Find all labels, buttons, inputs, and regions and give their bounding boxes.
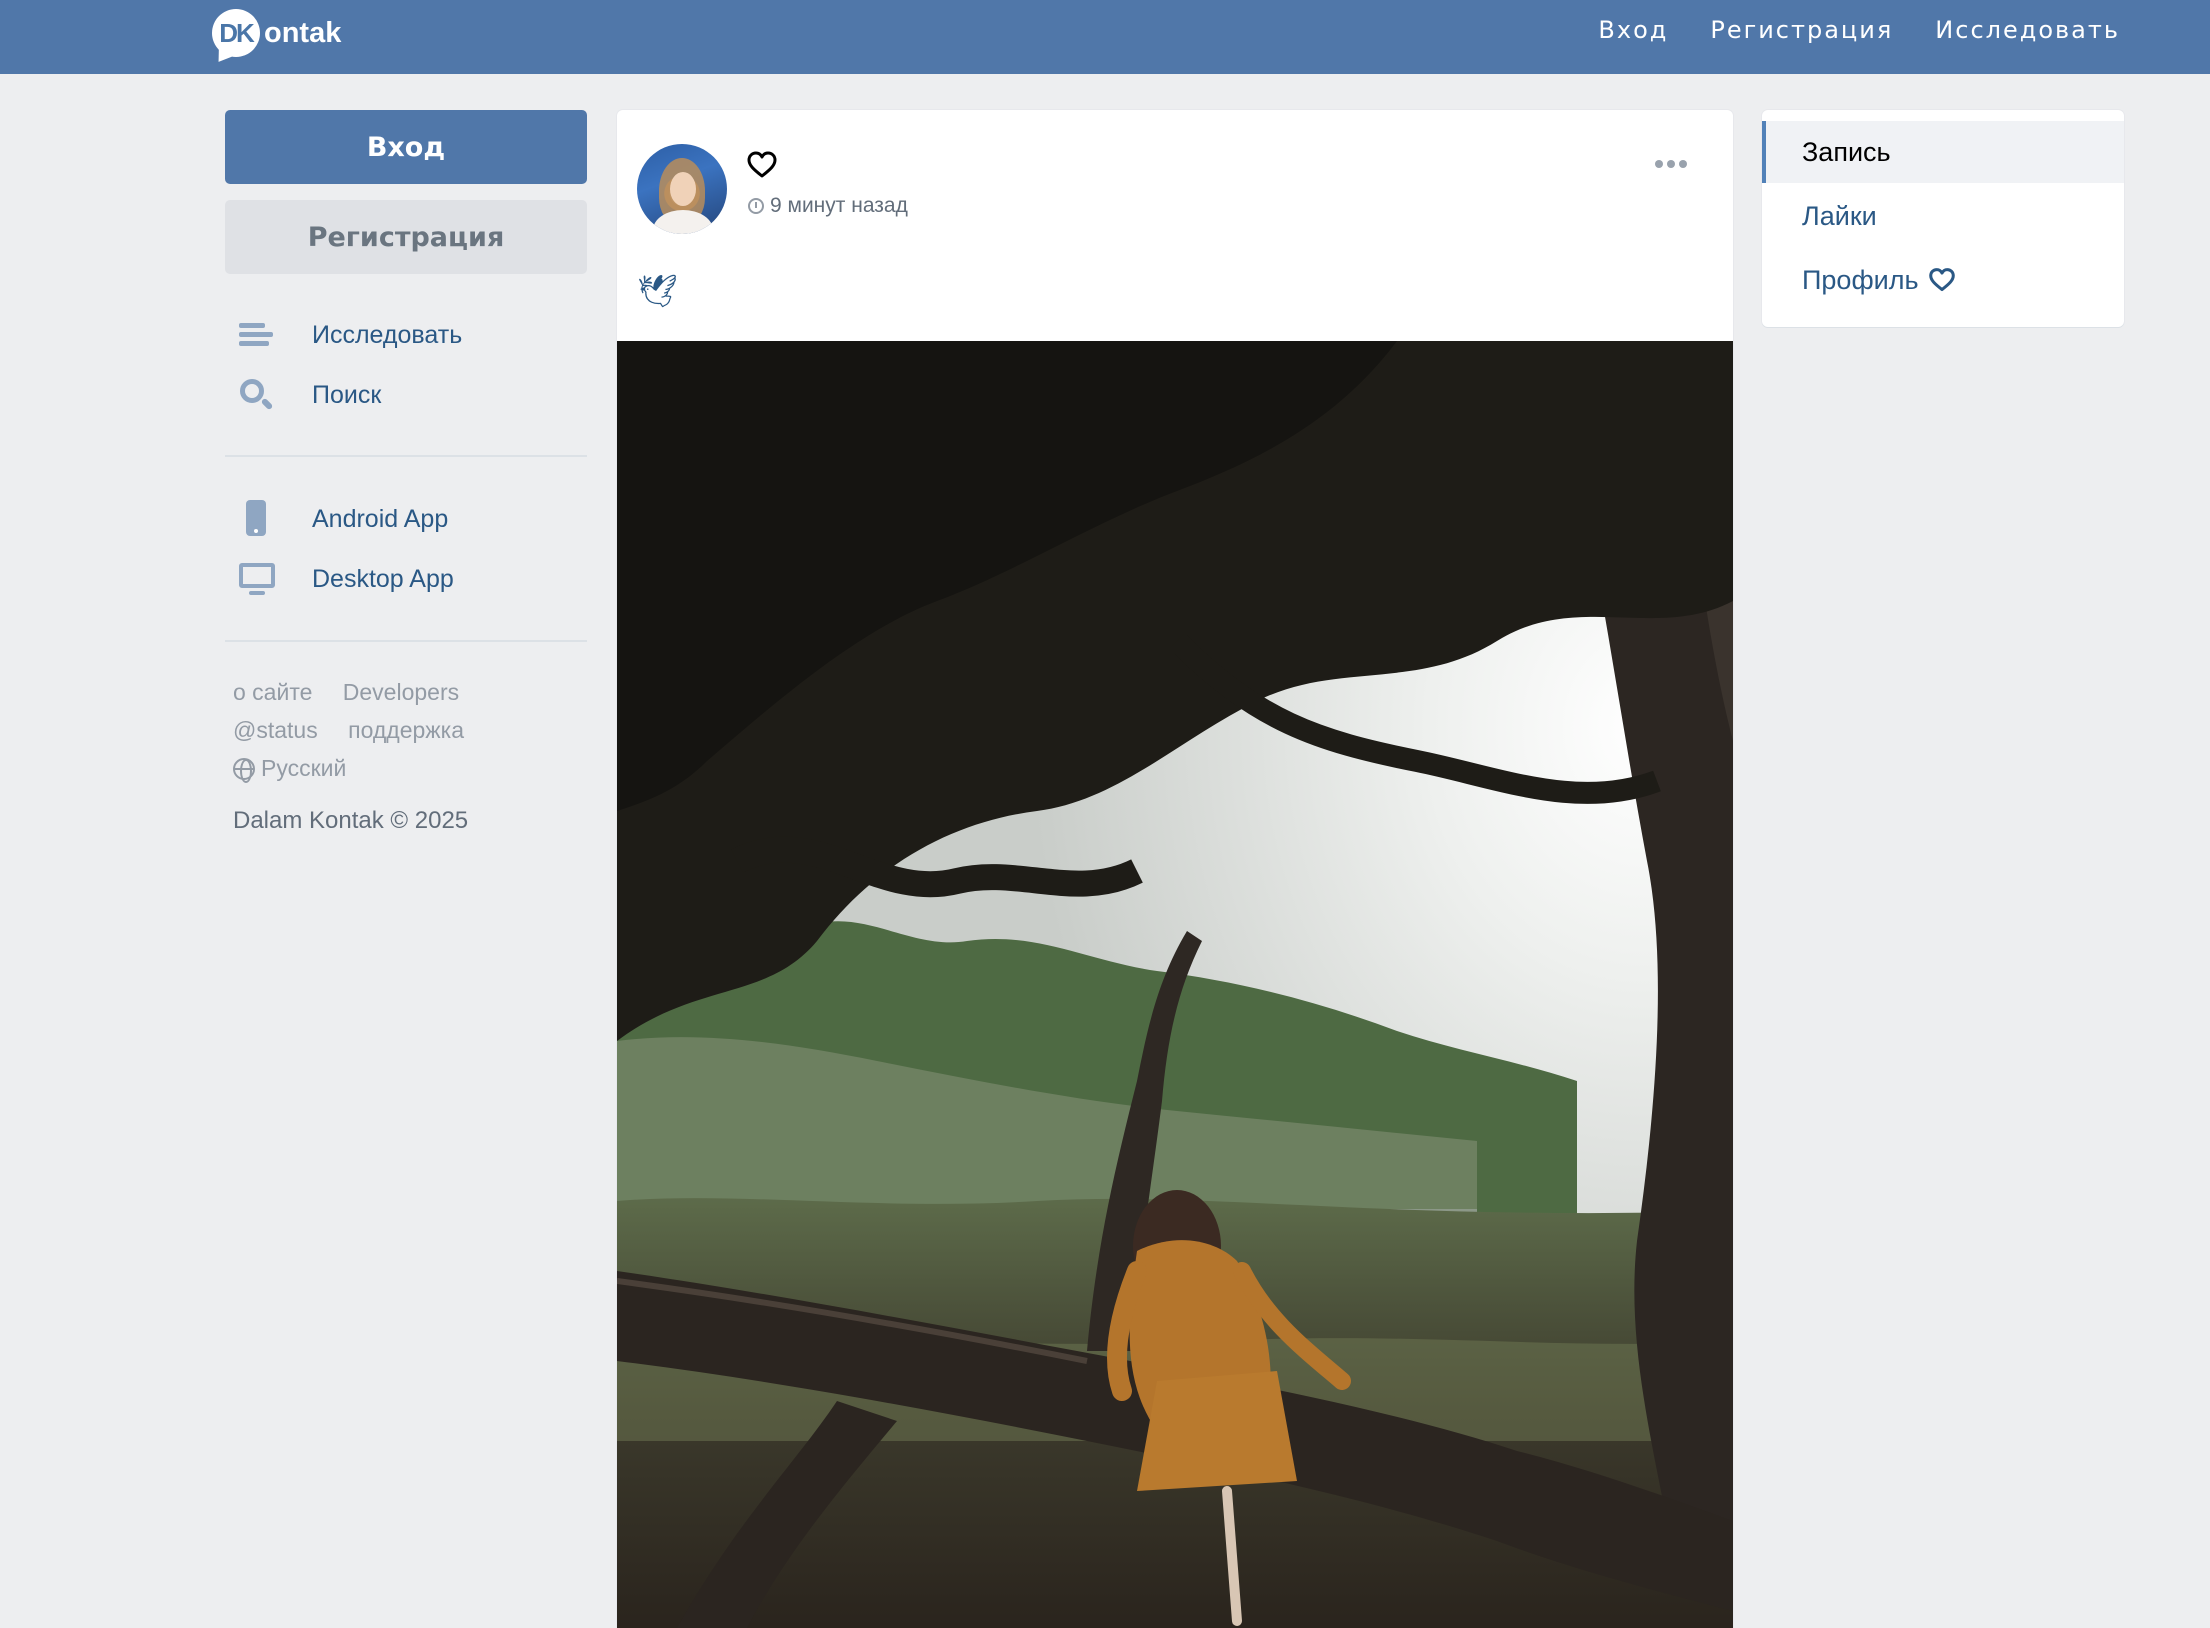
tab-profile[interactable]: Профиль [1762,249,2124,311]
copyright: Dalam Kontak © 2025 [233,807,469,834]
top-header: DK ontak Вход Регистрация Исследовать [0,0,2210,74]
tab-likes[interactable]: Лайки [1762,185,2124,247]
tab-label: Лайки [1802,200,1877,231]
logo-wordmark: ontak [264,16,342,49]
android-phone-icon [232,498,280,540]
sidebar-divider [225,640,587,642]
logo-badge: DK [212,9,260,57]
language-label: Русский [261,755,347,781]
top-login-link[interactable]: Вход [1598,16,1668,44]
sidebar-item-label: Desktop App [312,564,454,593]
post-timestamp[interactable]: 9 минут назад [748,194,908,218]
more-options-icon[interactable] [1655,160,1687,168]
sidebar-item-search[interactable]: Поиск [232,370,587,420]
login-button[interactable]: Вход [225,110,587,184]
search-icon [232,374,280,416]
tab-post[interactable]: Запись [1762,121,2124,183]
status-link[interactable]: @status [233,717,318,743]
heart-icon [1928,268,1955,292]
sidebar-item-android-app[interactable]: Android App [232,494,587,544]
top-register-link[interactable]: Регистрация [1710,16,1893,44]
support-link[interactable]: поддержка [348,717,464,743]
developers-link[interactable]: Developers [343,679,459,705]
top-navigation: Вход Регистрация Исследовать [1598,0,2120,60]
post-photo[interactable] [617,341,1733,1628]
sidebar-item-desktop-app[interactable]: Desktop App [232,554,587,604]
tab-label: Профиль [1802,264,1919,295]
heart-icon[interactable] [747,150,777,180]
explore-icon [232,314,280,356]
sidebar-item-label: Исследовать [312,320,463,349]
footer-links-row-1: о сайте Developers [233,679,459,706]
language-selector[interactable]: Русский [233,755,347,783]
sidebar-item-explore[interactable]: Исследовать [232,310,587,360]
sidebar-divider [225,455,587,457]
logo-badge-text: DK [219,17,255,48]
site-logo[interactable]: DK ontak [212,8,341,58]
desktop-icon [232,558,280,600]
post-time-text: 9 минут назад [770,194,908,217]
tab-label: Запись [1802,136,1891,167]
about-link[interactable]: о сайте [233,679,312,705]
author-avatar[interactable] [637,144,727,234]
post-text: 🕊 [637,272,678,310]
clock-icon [748,198,764,214]
top-explore-link[interactable]: Исследовать [1935,16,2120,44]
post-tabs-menu: Запись Лайки Профиль [1762,110,2124,327]
post-card: 9 минут назад 🕊 [617,110,1733,1628]
register-button[interactable]: Регистрация [225,200,587,274]
footer-links-row-2: @status поддержка [233,717,464,744]
sidebar-item-label: Поиск [312,380,382,409]
globe-icon [233,757,255,783]
sidebar-item-label: Android App [312,504,449,533]
